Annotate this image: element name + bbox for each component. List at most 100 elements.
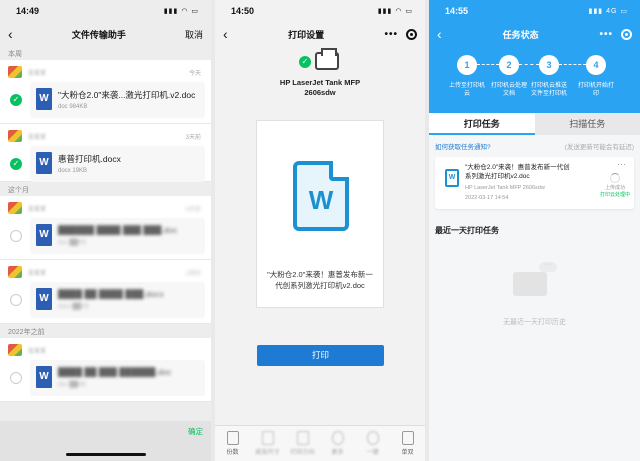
file-size: doc ██KB: [58, 240, 86, 246]
status-time: 14:55: [445, 6, 469, 16]
step-connector: [477, 64, 499, 65]
message-date: 3天前: [185, 135, 201, 141]
printer-illustration: [513, 272, 547, 296]
confirm-button[interactable]: 确定: [188, 426, 203, 437]
section-label: 这个月: [8, 187, 29, 194]
step-label: 打印机开始打印: [577, 83, 614, 97]
close-miniprogram-icon[interactable]: [405, 28, 417, 40]
select-checkbox[interactable]: ✓: [10, 94, 22, 106]
home-indicator: [65, 453, 146, 456]
file-name: 惠普打印机.docx: [58, 154, 121, 164]
step-1: 1: [457, 55, 477, 75]
sender-name: 张某某: [28, 271, 47, 277]
avatar: [8, 130, 22, 142]
tab-more[interactable]: 更多: [326, 431, 350, 461]
step-label: 打印机云推送文件至打印机: [530, 83, 567, 97]
select-checkbox[interactable]: ✓: [10, 294, 22, 306]
back-icon[interactable]: ‹: [8, 26, 13, 42]
empty-state-text: 无最近一天打印历史: [503, 319, 566, 326]
status-indicators: ▮▮▮ ◠ ▭: [377, 8, 413, 15]
tab-label: 份数: [226, 450, 239, 456]
file-card[interactable]: 张某某 ✓ W ████ ██ ███ ██████.doc doc ██KB: [0, 338, 211, 402]
orientation-icon: [296, 431, 309, 445]
back-icon[interactable]: ‹: [223, 26, 228, 42]
nav-bar: ‹ 任务状态 •••: [429, 22, 640, 46]
file-attachment[interactable]: W ████ ██ ████ ███.docx docx ██KB: [30, 282, 205, 318]
step-connector: [519, 64, 539, 65]
file-card[interactable]: 张某某 3天前 ✓ W 惠普打印机.docx docx 19KB: [0, 124, 211, 182]
sender-name: 张某某: [28, 207, 47, 213]
print-settings-screen: 14:50 ▮▮▮ ◠ ▭ ‹ 打印设置 ••• ✓ HP LaserJet T…: [215, 0, 425, 461]
file-card[interactable]: 张某某 2周前 ✓ W ████ ██ ████ ███.docx docx █…: [0, 260, 211, 324]
section-label: 本周: [8, 51, 22, 58]
printer-header: ✓ HP LaserJet Tank MFP 2606sdw: [215, 46, 425, 106]
tab-copies[interactable]: 份数: [221, 431, 245, 461]
select-checkbox[interactable]: ✓: [10, 158, 22, 170]
file-attachment[interactable]: W ██████ ████ ███ ███.doc doc ██KB: [30, 218, 205, 254]
word-file-icon: W: [36, 224, 52, 246]
more-settings-icon: [331, 431, 344, 445]
job-status: 上传成功 打印云处理中: [600, 185, 630, 199]
processing-status: 打印云处理中: [599, 192, 630, 198]
one-key-icon: [366, 431, 379, 445]
avatar: [8, 202, 22, 214]
avatar: [8, 266, 22, 278]
file-transfer-screen: 14:49 ▮▮▮ ◠ ▭ ‹ 文件传输助手 取消 本周 张某某 今天 ✓ W …: [0, 0, 211, 461]
cancel-button[interactable]: 取消: [185, 28, 203, 41]
more-icon[interactable]: •••: [599, 29, 613, 40]
more-icon[interactable]: •••: [384, 29, 398, 40]
paper-size-icon: [261, 431, 274, 445]
file-size: docx ██KB: [58, 304, 89, 310]
step-4: 4: [586, 55, 606, 75]
tab-duplex[interactable]: 单双: [396, 431, 420, 461]
page-title: 打印设置: [288, 29, 325, 40]
duplex-icon: [401, 431, 414, 445]
tab-paper-size[interactable]: 纸张尺寸: [256, 431, 280, 461]
file-card[interactable]: 张某某 9天前 ✓ W ██████ ████ ███ ███.doc doc …: [0, 196, 211, 260]
message-date: 今天: [188, 71, 201, 77]
loading-spinner-icon: [610, 173, 620, 183]
page-title: 文件传输助手: [71, 29, 126, 40]
status-time: 14:50: [231, 6, 255, 16]
job-title: "大粉仓2.0"来袭！惠普发布新一代创系列激光打印机v2.doc: [465, 164, 570, 180]
delay-note: (发送更新可能会有延迟): [564, 144, 634, 151]
file-attachment[interactable]: W 惠普打印机.docx docx 19KB: [30, 146, 205, 182]
page-title: 任务状态: [502, 29, 539, 40]
word-file-icon: W: [36, 88, 52, 110]
word-document-icon: W: [445, 169, 459, 187]
file-attachment[interactable]: W "大粉仓2.0"来袭...激光打印机.v2.doc doc 984KB: [30, 82, 205, 118]
print-job-card[interactable]: W "大粉仓2.0"来袭！惠普发布新一代创系列激光打印机v2.doc HP La…: [435, 157, 634, 209]
tab-orientation[interactable]: 打印方向: [291, 431, 315, 461]
avatar: [8, 66, 22, 78]
nav-bar: ‹ 文件传输助手 取消: [0, 22, 211, 46]
tab-label: 纸张尺寸: [255, 450, 280, 456]
file-size: doc ██KB: [58, 382, 86, 388]
miniprogram-capsule[interactable]: •••: [599, 28, 632, 40]
status-time: 14:49: [16, 6, 40, 16]
back-icon[interactable]: ‹: [437, 26, 442, 42]
file-name: "大粉仓2.0"来袭...激光打印机.v2.doc: [58, 90, 196, 100]
file-card[interactable]: 张某某 今天 ✓ W "大粉仓2.0"来袭...激光打印机.v2.doc doc…: [0, 60, 211, 124]
empty-printer-icon: ···: [509, 261, 557, 304]
document-preview[interactable]: W "大粉仓2.0"来袭！惠普发布新一代创系列激光打印机v2.doc: [256, 120, 384, 308]
step-2: 2: [499, 55, 519, 75]
notification-help-link[interactable]: 如何获取任务通知?: [435, 141, 491, 151]
select-checkbox[interactable]: ✓: [10, 230, 22, 242]
tab-scan-tasks[interactable]: 扫描任务: [534, 113, 640, 135]
upload-status: 上传成功: [604, 185, 625, 191]
close-miniprogram-icon[interactable]: [620, 28, 632, 40]
job-more-icon[interactable]: ···: [617, 159, 626, 169]
status-indicators: ▮▮▮ ◠ ▭: [163, 8, 199, 15]
message-date: 9天前: [185, 207, 201, 213]
tab-print-tasks[interactable]: 打印任务: [429, 113, 535, 135]
copies-icon: [226, 431, 239, 445]
step-3: 3: [539, 55, 559, 75]
miniprogram-capsule[interactable]: •••: [384, 28, 417, 40]
select-checkbox[interactable]: ✓: [10, 372, 22, 384]
print-button[interactable]: 打印: [257, 345, 384, 366]
message-date: 2周前: [185, 271, 201, 277]
file-attachment[interactable]: W ████ ██ ███ ██████.doc doc ██KB: [30, 360, 205, 396]
file-name: ████ ██ ███ ██████.doc: [58, 367, 172, 377]
tab-one-key[interactable]: 一键: [361, 431, 385, 461]
avatar: [8, 344, 22, 356]
